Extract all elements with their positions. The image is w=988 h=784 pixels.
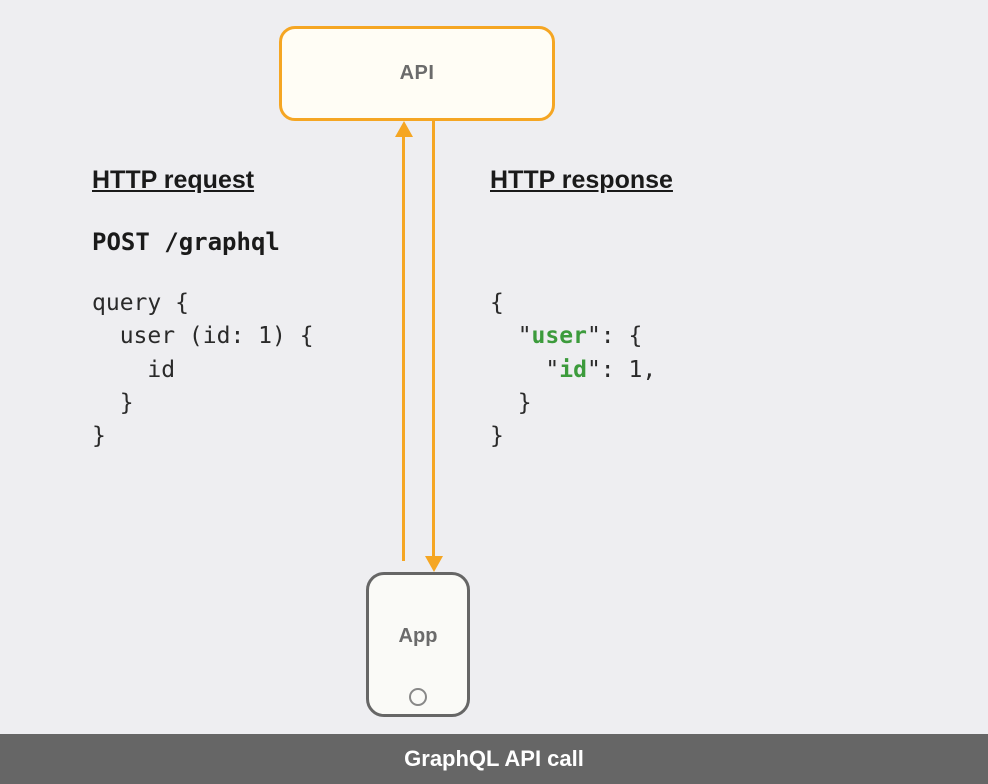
api-box: API xyxy=(279,26,555,121)
response-arrow-head-icon xyxy=(425,556,443,572)
code-line: user (id: 1) { xyxy=(92,323,314,349)
app-device: App xyxy=(366,572,470,717)
request-endpoint: POST /graphql xyxy=(92,228,280,256)
code-line: } xyxy=(490,423,504,449)
app-label: App xyxy=(369,625,467,648)
code-keyword: id xyxy=(559,357,587,383)
diagram-title-bar: GraphQL API call xyxy=(0,734,988,784)
request-heading: HTTP request xyxy=(92,166,254,195)
api-label: API xyxy=(400,62,435,85)
code-text: ": 1, xyxy=(587,357,656,383)
code-text: " xyxy=(490,357,559,383)
request-body: query { user (id: 1) { id } } xyxy=(92,287,314,454)
code-line: } xyxy=(92,390,134,416)
code-text: ": { xyxy=(587,323,642,349)
response-arrow-line xyxy=(432,121,435,562)
code-line: } xyxy=(490,390,532,416)
request-arrow-line xyxy=(402,131,405,561)
code-text: " xyxy=(490,323,532,349)
request-arrow-head-icon xyxy=(395,121,413,137)
response-heading: HTTP response xyxy=(490,166,673,195)
code-line: id xyxy=(92,357,175,383)
code-keyword: user xyxy=(532,323,587,349)
home-button-icon xyxy=(409,688,427,706)
code-line: } xyxy=(92,423,106,449)
diagram-title: GraphQL API call xyxy=(404,746,584,772)
response-body: { "user": { "id": 1, } } xyxy=(490,287,656,454)
code-line: query { xyxy=(92,290,189,316)
code-line: { xyxy=(490,290,504,316)
